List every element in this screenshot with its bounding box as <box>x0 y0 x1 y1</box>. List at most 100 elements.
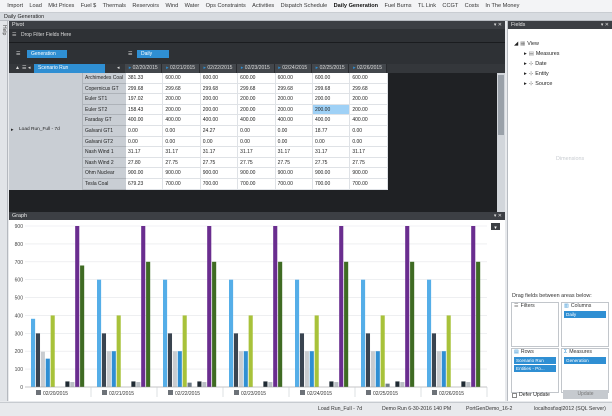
row-label[interactable]: Euler ST1 <box>83 94 126 105</box>
menu-item-wind[interactable]: Wind <box>162 3 181 9</box>
pivot-panel-controls-icon[interactable]: ▾ ✕ <box>494 21 502 29</box>
value-cell[interactable]: 299.68 <box>275 83 313 95</box>
value-cell[interactable]: 0.00 <box>126 125 164 137</box>
bar[interactable] <box>177 351 182 387</box>
value-cell[interactable]: 700.00 <box>200 178 239 190</box>
bar[interactable] <box>385 383 390 387</box>
fields-panel-controls-icon[interactable]: ▾ ✕ <box>601 21 609 29</box>
value-cell[interactable]: 400.00 <box>312 115 351 126</box>
value-cell[interactable]: 900.00 <box>350 168 388 179</box>
value-cell[interactable]: 27.75 <box>200 157 239 169</box>
expand-category-icon[interactable] <box>234 390 239 395</box>
expand-category-icon[interactable] <box>102 390 107 395</box>
value-cell[interactable]: 31.17 <box>163 147 201 158</box>
value-cell[interactable]: 27.80 <box>126 157 164 169</box>
bar[interactable] <box>111 351 116 387</box>
row-label[interactable]: Archimedes Coal <box>83 73 126 84</box>
value-cell[interactable]: 600.00 <box>312 73 351 84</box>
bar[interactable] <box>146 261 151 387</box>
value-cell[interactable]: 200.00 <box>163 104 201 116</box>
row-label[interactable]: Tesla Coal <box>83 178 126 190</box>
value-cell[interactable]: 700.00 <box>163 178 201 190</box>
bar[interactable] <box>80 265 85 387</box>
row-field-scenario-run[interactable]: Scenario Run <box>34 64 105 73</box>
value-cell[interactable]: 700.00 <box>275 178 313 190</box>
columns-chip-daily[interactable]: Daily <box>564 311 606 318</box>
value-cell[interactable]: 900.00 <box>200 168 239 179</box>
value-cell[interactable]: 400.00 <box>200 115 239 126</box>
menu-item-import[interactable]: Import <box>4 3 26 9</box>
tree-item-view[interactable]: ◢ ▦ View <box>514 39 609 49</box>
bar[interactable] <box>380 315 385 387</box>
value-cell[interactable]: 31.17 <box>312 147 351 158</box>
row-label[interactable]: Nash Wind 2 <box>83 157 126 169</box>
bar[interactable] <box>471 226 476 387</box>
value-cell[interactable]: 200.00 <box>312 104 351 116</box>
value-cell[interactable]: 31.17 <box>126 147 164 158</box>
menu-item-in-the-money[interactable]: In The Money <box>482 3 522 9</box>
value-cell[interactable]: 31.17 <box>238 147 276 158</box>
value-cell[interactable]: 400.00 <box>275 115 313 126</box>
value-cell[interactable]: 600.00 <box>163 73 201 84</box>
bar[interactable] <box>400 382 405 387</box>
filters-area[interactable]: ☰ Filters <box>511 302 559 347</box>
bar[interactable] <box>466 382 471 387</box>
value-cell[interactable]: 200.00 <box>312 94 351 105</box>
date-header[interactable]: ▸ 02/26/2015 <box>349 64 387 73</box>
bar[interactable] <box>446 315 451 387</box>
value-cell[interactable]: 299.68 <box>200 83 239 95</box>
bar[interactable] <box>395 381 400 387</box>
value-cell[interactable]: 400.00 <box>238 115 276 126</box>
value-cell[interactable]: 0.00 <box>312 136 351 148</box>
value-cell[interactable]: 31.17 <box>275 147 313 158</box>
bar[interactable] <box>344 261 349 387</box>
date-header[interactable]: ▸ 02/25/2015 <box>311 64 350 73</box>
measures-chip-generation[interactable]: Generation <box>564 357 606 364</box>
bar[interactable] <box>329 381 334 387</box>
bar[interactable] <box>314 315 319 387</box>
value-cell[interactable]: 600.00 <box>350 73 388 84</box>
value-cell[interactable]: 200.00 <box>238 94 276 105</box>
date-header[interactable]: ▸ 02/23/2015 <box>237 64 275 73</box>
bar[interactable] <box>31 318 36 387</box>
expand-category-icon[interactable] <box>300 390 305 395</box>
bar[interactable] <box>75 226 80 387</box>
value-cell[interactable]: 0.00 <box>163 125 201 137</box>
bar[interactable] <box>40 351 45 387</box>
tree-item-source[interactable]: ▸ ⊹ Source <box>514 79 609 89</box>
menu-item-water[interactable]: Water <box>181 3 202 9</box>
expand-category-icon[interactable] <box>168 390 173 395</box>
value-cell[interactable]: 200.00 <box>238 104 276 116</box>
bar[interactable] <box>263 381 268 387</box>
value-cell[interactable]: 31.17 <box>350 147 388 158</box>
filter-area[interactable]: ☰ Drop Filter Fields Here <box>9 29 505 42</box>
menu-item-thermals[interactable]: Thermals <box>99 3 129 9</box>
expand-category-icon[interactable] <box>366 390 371 395</box>
value-cell[interactable]: 299.68 <box>350 83 388 95</box>
bar[interactable] <box>278 261 283 387</box>
bar[interactable] <box>50 315 55 387</box>
bar[interactable] <box>141 226 146 387</box>
value-cell[interactable]: 299.68 <box>163 83 201 95</box>
pivot-vscroll-thumb[interactable] <box>498 75 504 135</box>
value-cell[interactable]: 0.00 <box>238 136 276 148</box>
bar[interactable] <box>182 315 187 387</box>
row-nav-left-icon[interactable]: ◂ <box>28 65 31 71</box>
value-cell[interactable]: 0.00 <box>350 136 388 148</box>
bar[interactable] <box>238 351 243 387</box>
value-cell[interactable]: 900.00 <box>238 168 276 179</box>
row-label[interactable]: Galvani GT2 <box>83 136 126 148</box>
rows-chip-entities[interactable]: Entities - Po... <box>514 365 556 372</box>
bar[interactable] <box>476 261 481 387</box>
bar[interactable] <box>370 351 375 387</box>
tree-item-measures[interactable]: ▸ ▤ Measures <box>514 49 609 59</box>
bar[interactable] <box>163 279 168 387</box>
value-cell[interactable]: 27.75 <box>238 157 276 169</box>
menu-item-costs[interactable]: Costs <box>461 3 482 9</box>
value-cell[interactable]: 18.77 <box>312 125 351 137</box>
value-cell[interactable]: 0.00 <box>275 125 313 137</box>
update-button[interactable]: Update <box>563 390 608 399</box>
bar[interactable] <box>187 382 192 387</box>
bar[interactable] <box>97 279 102 387</box>
value-cell[interactable]: 200.00 <box>163 94 201 105</box>
